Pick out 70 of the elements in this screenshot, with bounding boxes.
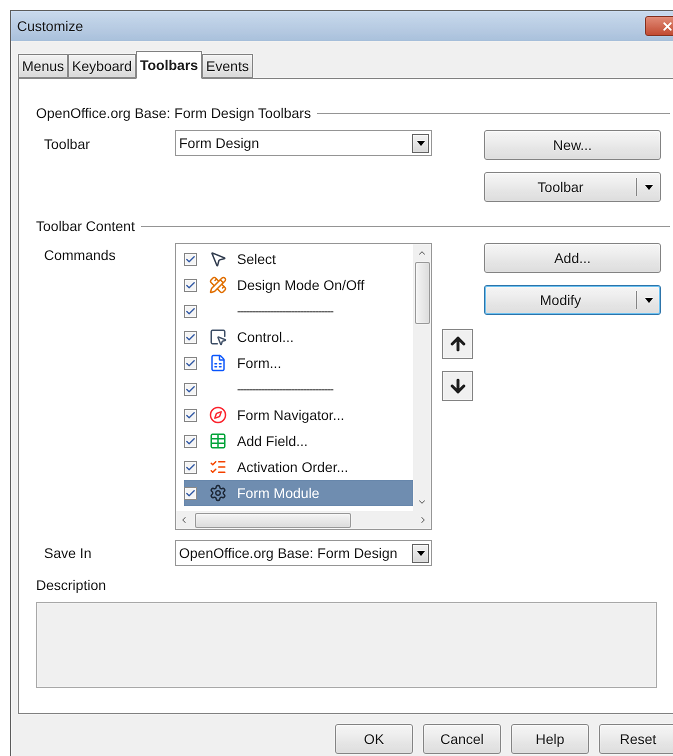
command-item[interactable]: Add Field... <box>184 428 413 454</box>
save-in-dropdown[interactable]: OpenOffice.org Base: Form Design <box>175 540 432 566</box>
window-title: Customize <box>17 16 84 36</box>
command-label: Form Module <box>237 484 320 502</box>
add-button[interactable]: Add... <box>484 243 661 273</box>
field-label: Toolbar <box>43 135 91 154</box>
dialog-button[interactable]: OK <box>335 724 413 754</box>
caret-icon <box>644 184 652 190</box>
scroll-thumb[interactable] <box>195 512 351 528</box>
dialog-button[interactable]: Help <box>511 724 589 754</box>
group-title: Toolbar Content <box>36 217 135 236</box>
move-down-button[interactable] <box>442 371 473 401</box>
separator-line: -------------------------------- <box>237 381 333 398</box>
tab[interactable]: Toolbars <box>136 51 202 79</box>
move-up-button[interactable] <box>442 329 473 359</box>
toolbar-menu-button[interactable]: Toolbar <box>484 172 661 202</box>
arrow-down-icon <box>448 376 468 396</box>
checkbox[interactable] <box>184 304 197 318</box>
command-label: Add Field... <box>237 432 308 450</box>
group-title: OpenOffice.org Base: Form Design Toolbars <box>36 104 311 123</box>
checkbox[interactable] <box>184 278 197 292</box>
command-label: Form Navigator... <box>237 406 344 425</box>
field-label: Save In <box>43 544 92 563</box>
checkbox[interactable] <box>184 486 197 500</box>
dialog-button[interactable]: Cancel <box>423 724 501 754</box>
horizontal-scrollbar[interactable] <box>176 511 431 529</box>
command-item[interactable]: Activation Order... <box>184 454 413 480</box>
command-item[interactable]: Design Mode On/Off <box>184 272 413 298</box>
command-label: Activation Order... <box>237 458 348 476</box>
gear-icon <box>209 484 227 502</box>
checklist-icon <box>209 458 227 476</box>
caret-icon <box>416 550 424 556</box>
command-label: Select <box>237 250 276 268</box>
pointer-icon <box>209 250 227 268</box>
command-label: Form... <box>237 354 282 372</box>
checkbox[interactable] <box>184 434 197 448</box>
tab[interactable]: Events <box>202 54 253 78</box>
command-item[interactable]: Control... <box>184 324 413 350</box>
checkbox[interactable] <box>184 460 197 474</box>
table-icon <box>209 432 227 450</box>
new-button[interactable]: New... <box>484 130 661 160</box>
command-label: Design Mode On/Off <box>237 276 364 295</box>
command-label: Control... <box>237 328 294 346</box>
modify-button[interactable]: Modify <box>484 285 661 315</box>
separator-line: -------------------------------- <box>237 303 333 320</box>
close-icon <box>660 20 673 32</box>
pencil-ruler-icon <box>209 276 227 294</box>
caret-icon <box>644 298 652 302</box>
control-icon <box>209 328 227 346</box>
checkbox[interactable] <box>184 382 197 396</box>
vertical-scrollbar[interactable] <box>413 244 431 511</box>
command-item[interactable]: -------------------------------- <box>184 298 413 324</box>
command-item[interactable]: Form... <box>184 350 413 376</box>
tab[interactable]: Menus <box>18 54 68 78</box>
form-icon <box>209 354 227 372</box>
toolbar-dropdown[interactable]: Form Design <box>175 130 432 156</box>
checkbox[interactable] <box>184 252 197 266</box>
command-item[interactable]: -------------------------------- <box>184 376 413 402</box>
command-item[interactable]: Form Navigator... <box>184 402 413 428</box>
checkbox[interactable] <box>184 408 197 422</box>
command-item[interactable]: Select <box>184 246 413 272</box>
checkbox[interactable] <box>184 330 197 344</box>
tab[interactable]: Keyboard <box>68 54 136 78</box>
dialog-button[interactable]: Reset <box>599 724 673 754</box>
checkbox[interactable] <box>184 356 197 370</box>
scroll-thumb[interactable] <box>414 262 430 324</box>
caret-icon <box>416 140 424 146</box>
field-label: Description <box>36 576 108 595</box>
compass-icon <box>209 406 227 424</box>
field-label: Commands <box>43 246 117 265</box>
